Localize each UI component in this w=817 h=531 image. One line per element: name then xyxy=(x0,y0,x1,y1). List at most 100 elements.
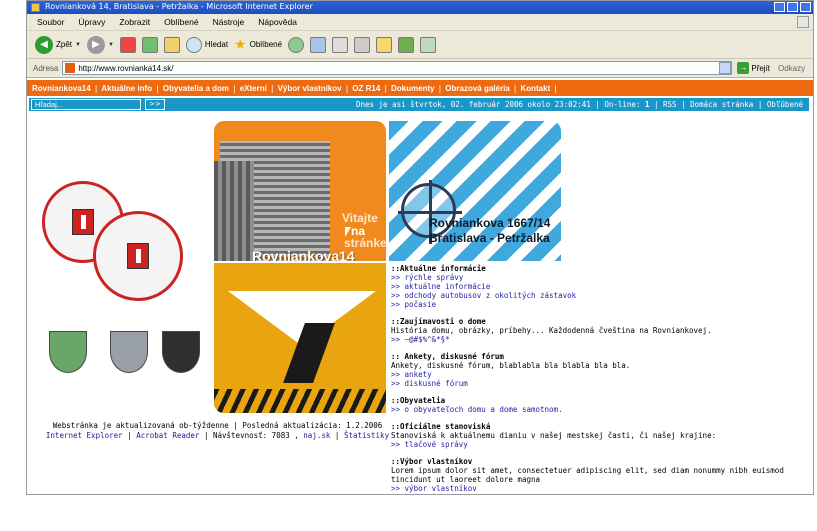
info-column: ::Aktuálne informácie >> rýchle správy >… xyxy=(391,264,811,501)
site-search-button[interactable]: >> xyxy=(145,99,165,110)
history-icon[interactable] xyxy=(288,36,305,53)
forward-arrow-icon: ▶ xyxy=(86,35,105,54)
nav-aktualne-info[interactable]: Aktuálne info xyxy=(101,84,152,93)
browser-window: Rovnianková 14, Bratislava - Petržalka -… xyxy=(26,0,814,495)
link-committee[interactable]: >> výbor vlastníkov xyxy=(391,484,811,493)
search-icon xyxy=(185,36,202,53)
visits-count: Návštevnosť: 7083 xyxy=(212,431,290,440)
discuss-icon[interactable] xyxy=(420,36,437,53)
nav-obyvatelia[interactable]: Obyvatelia a dom xyxy=(163,84,229,93)
links-label[interactable]: Odkazy xyxy=(778,64,805,73)
link-bus-departures[interactable]: >> odchody autobusov z okolitých zástavo… xyxy=(391,291,811,300)
stats-link[interactable]: Štatistiky xyxy=(344,431,389,440)
envelope-tile[interactable] xyxy=(214,263,386,413)
menu-bar: Soubor Úpravy Zobrazit Oblíbené Nástroje… xyxy=(27,14,813,31)
search-button[interactable]: Hledat xyxy=(185,36,229,53)
star-icon: ★ xyxy=(234,36,247,52)
section-text: História domu, obrázky, príbehy... Každo… xyxy=(391,326,712,335)
back-button[interactable]: ◀ Zpět ▼ xyxy=(35,35,81,54)
address-input[interactable]: http://www.rovnianka14.sk/ xyxy=(62,61,733,75)
section-text: Lorem ipsum dolor sit amet, consectetuer… xyxy=(391,466,784,484)
acrobat-link[interactable]: Acrobat Reader xyxy=(136,431,199,440)
menu-upravy[interactable]: Úpravy xyxy=(78,17,105,27)
nav-vybor[interactable]: Výbor vlastníkov xyxy=(278,84,342,93)
messenger-icon[interactable] xyxy=(398,36,415,53)
favorites-link[interactable]: Obľúbené xyxy=(767,100,803,109)
chevron-down-icon: ▼ xyxy=(107,41,114,48)
status-text: Dnes je asi štvrtok, 02. február 2006 ok… xyxy=(355,100,803,109)
nav-dokumenty[interactable]: Dokumenty xyxy=(391,84,435,93)
minimize-button[interactable] xyxy=(774,2,785,12)
link-press[interactable]: >> tlačové správy xyxy=(391,440,811,449)
section-title: ::Výbor vlastníkov xyxy=(391,457,473,466)
menu-nastroje[interactable]: Nástroje xyxy=(213,17,245,27)
address-dropdown-icon[interactable] xyxy=(719,62,732,74)
welcome-tile[interactable]: Vitajte na stránke Rovniankova14 xyxy=(214,121,386,261)
section-polls: :: Ankety, diskusné fórum Ankety, diskus… xyxy=(391,352,811,388)
address-tile[interactable]: Rovniankova 1667/14 Bratislava - Petržal… xyxy=(389,121,561,261)
nav-rovniankova14[interactable]: Rovniankova14 xyxy=(32,84,91,93)
section-title: ::Obyvatelia xyxy=(391,396,446,405)
site-footer: Webstránka je aktualizovaná ob-týždenne … xyxy=(45,421,390,440)
back-arrow-icon: ◀ xyxy=(35,35,53,54)
forward-button[interactable]: ▶ ▼ xyxy=(86,35,114,54)
refresh-icon[interactable] xyxy=(141,36,158,53)
welcome-text-1: Vitajte xyxy=(342,211,378,225)
link-current-info[interactable]: >> aktuálne informácie xyxy=(391,282,811,291)
coat-of-arms-bratislava-image xyxy=(110,331,148,373)
link-forum[interactable]: >> diskusné fórum xyxy=(391,379,811,388)
address-bar: Adresa http://www.rovnianka14.sk/ → Přej… xyxy=(27,59,813,78)
site-nav: Rovniankova14 | Aktuálne info | Obyvatelia… xyxy=(27,80,813,96)
coat-of-arms-slovakia-image xyxy=(162,331,200,373)
rss-link[interactable]: RSS xyxy=(663,100,677,109)
nav-oz[interactable]: OZ R14 xyxy=(352,84,380,93)
home-icon[interactable] xyxy=(163,36,180,53)
menu-oblibene[interactable]: Oblíbené xyxy=(164,17,199,27)
online-label: On-line: xyxy=(604,100,641,109)
section-residents: ::Obyvatelia >> o obyvateľoch domu a dom… xyxy=(391,396,811,414)
address-line-2: Bratislava - Petržalka xyxy=(429,231,550,245)
site-search-input[interactable] xyxy=(31,99,141,110)
menu-zobrazit[interactable]: Zobrazit xyxy=(119,17,150,27)
toolbar: ◀ Zpět ▼ ▶ ▼ Hledat ★ Oblíbené xyxy=(27,31,813,59)
search-label: Hledat xyxy=(204,40,229,49)
folder-icon[interactable] xyxy=(376,36,393,53)
section-committee: ::Výbor vlastníkov Lorem ipsum dolor sit… xyxy=(391,457,811,493)
nav-galeria[interactable]: Obrazová galéria xyxy=(445,84,509,93)
favorites-button[interactable]: ★ Oblíbené xyxy=(234,36,282,53)
go-label: Přejít xyxy=(751,63,771,73)
window-controls xyxy=(774,2,811,12)
go-arrow-icon: → xyxy=(737,62,750,74)
section-title: :: Ankety, diskusné fórum xyxy=(391,352,504,361)
go-button[interactable]: → Přejít xyxy=(737,62,770,74)
edit-icon[interactable] xyxy=(354,36,371,53)
link-polls[interactable]: >> ankety xyxy=(391,370,811,379)
ie-link[interactable]: Internet Explorer xyxy=(46,431,123,440)
link-quick-news[interactable]: >> rýchle správy xyxy=(391,273,811,282)
menu-soubor[interactable]: Soubor xyxy=(37,17,64,27)
link-weather[interactable]: >> počasie xyxy=(391,300,811,309)
home-link[interactable]: Domáca stránka xyxy=(690,100,753,109)
najsk-link[interactable]: naj.sk xyxy=(303,431,330,440)
title-bar: Rovnianková 14, Bratislava - Petržalka -… xyxy=(27,1,813,14)
favicon-icon xyxy=(65,63,76,73)
nav-externi[interactable]: eXterní xyxy=(240,84,267,93)
status-bar: >> Dnes je asi štvrtok, 02. február 2006… xyxy=(29,98,809,111)
coat-of-arms-petrzalka-image xyxy=(49,331,87,373)
mouse-cursor-icon xyxy=(345,227,351,237)
stop-icon[interactable] xyxy=(119,36,136,53)
section-statements: ::Oficiálne stanoviská Stanoviská k aktu… xyxy=(391,422,811,449)
window-title: Rovnianková 14, Bratislava - Petržalka -… xyxy=(45,2,313,11)
back-label: Zpět xyxy=(56,40,73,49)
menu-napoveda[interactable]: Nápověda xyxy=(258,17,297,27)
mail-icon[interactable] xyxy=(310,36,327,53)
link-residents[interactable]: >> o obyvateľoch domu a dome samotnom. xyxy=(391,405,811,414)
close-button[interactable] xyxy=(800,2,811,12)
page-content: Vitajte na stránke Rovniankova14 Rovnian… xyxy=(27,111,813,496)
chevron-down-icon: ▼ xyxy=(75,41,81,48)
nav-kontakt[interactable]: Kontakt xyxy=(520,84,550,93)
maximize-button[interactable] xyxy=(787,2,798,12)
print-icon[interactable] xyxy=(332,36,349,53)
link-house-misc[interactable]: >> ~@#$%^&*§* xyxy=(391,335,811,344)
section-title: ::Oficiálne stanoviská xyxy=(391,422,491,431)
